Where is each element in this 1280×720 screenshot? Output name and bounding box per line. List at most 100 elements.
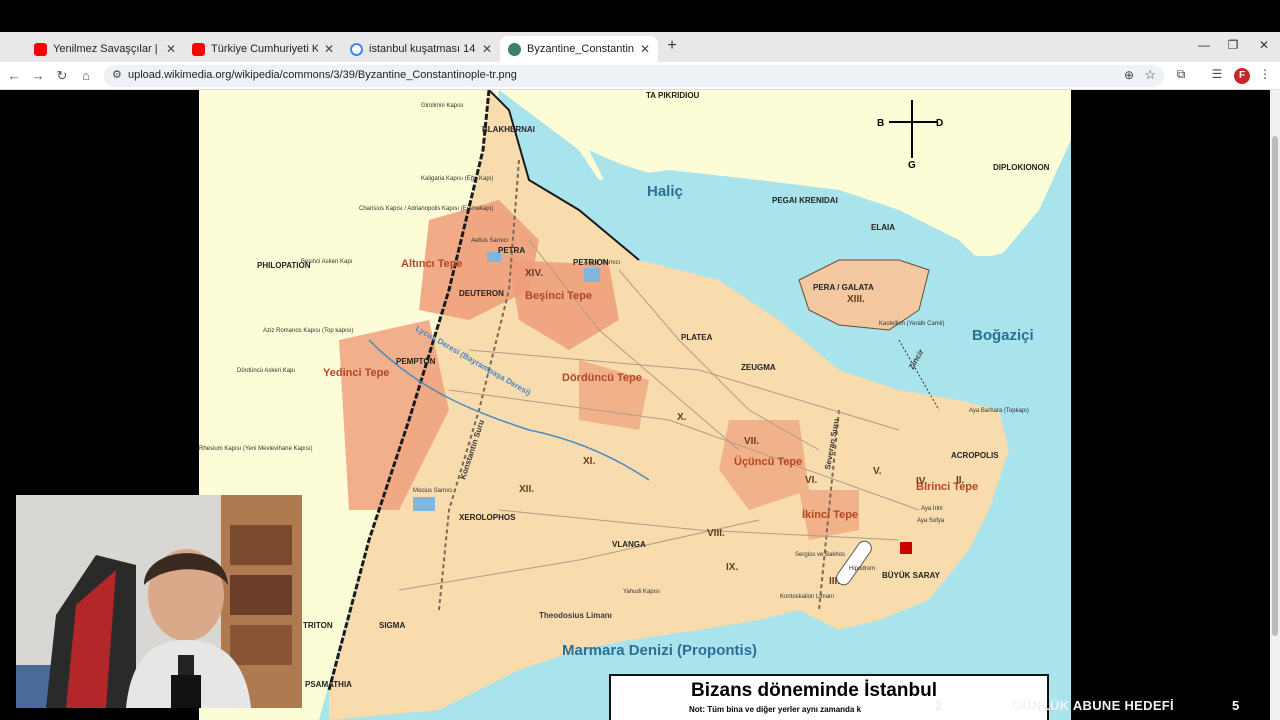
region-numeral: VIII. — [707, 528, 725, 539]
hill-label: Beşinci Tepe — [525, 290, 592, 302]
region-numeral: X. — [677, 412, 687, 423]
place-label: Aya İrini — [921, 505, 943, 512]
tab-strip: ⌄ Yenilmez Savaşçılar | Yeniçeriler ✕ Tü… — [0, 32, 1280, 81]
legend-title: Bizans döneminde İstanbul — [691, 680, 937, 701]
goal-target-count: 5 — [1232, 698, 1240, 713]
new-tab-button[interactable]: + — [662, 36, 682, 56]
district-label: TRITON — [303, 621, 333, 630]
region-numeral: XIII. — [847, 294, 865, 305]
reload-icon[interactable]: ↻ — [52, 66, 72, 86]
tab-title: istanbul kuşatması 1453 - Google — [369, 43, 476, 55]
close-tab-icon[interactable]: ✕ — [324, 42, 334, 56]
district-label: ZEUGMA — [741, 363, 776, 372]
vertical-scrollbar[interactable] — [1270, 90, 1280, 720]
address-bar[interactable]: ⚙ upload.wikimedia.org/wikipedia/commons… — [104, 65, 1164, 87]
reading-list-icon[interactable]: ☰ — [1208, 67, 1226, 81]
marmara-label: Marmara Denizi (Propontis) — [562, 642, 757, 659]
place-label: Mocius Sarnıcı — [413, 488, 453, 494]
svg-text:D: D — [936, 118, 943, 129]
hill-label: Üçüncü Tepe — [734, 455, 802, 468]
google-icon — [350, 42, 363, 56]
region-numeral: IV. — [916, 476, 928, 487]
browser-toolbar: ← → ↻ ⌂ ⚙ upload.wikimedia.org/wikipedia… — [0, 62, 1280, 90]
site-info-icon[interactable]: ⚙ — [112, 68, 122, 81]
place-label: Kastellion (Yeraltı Camii) — [879, 321, 944, 327]
back-arrow-icon[interactable]: ← — [4, 66, 24, 86]
tab-google-search[interactable]: istanbul kuşatması 1453 - Google ✕ — [342, 36, 500, 62]
forward-arrow-icon[interactable]: → — [28, 66, 48, 86]
region-numeral: XII. — [519, 484, 534, 495]
bogazici-label: Boğaziçi — [972, 327, 1034, 344]
halic-label: Haliç — [647, 183, 683, 200]
place-label: Sergios ve Bakhos — [795, 552, 845, 558]
place-label: Yahudi Kapısı — [623, 589, 660, 595]
region-numeral: XI. — [583, 456, 595, 467]
constantinople-map-image: B D G Haliç Boğaziçi Marmara Denizi (Pro… — [199, 90, 1071, 720]
youtube-icon — [34, 42, 47, 56]
place-label: Aya Sofya — [917, 518, 945, 524]
minimize-icon[interactable]: — — [1193, 38, 1215, 52]
district-label: PETRA — [498, 246, 525, 255]
tab-title: Byzantine_Constantinople-tr.png — [527, 43, 634, 55]
place-label: Girolimni Kapısı — [421, 103, 464, 109]
mocius-cistern — [413, 497, 435, 511]
district-label: BLAKHERNAI — [482, 125, 535, 134]
youtube-icon — [192, 42, 205, 56]
aya-sofya-marker — [900, 542, 912, 554]
tab-title: Yenilmez Savaşçılar | Yeniçeriler — [53, 43, 160, 55]
tab-youtube-yeniceriler[interactable]: Yenilmez Savaşçılar | Yeniçeriler ✕ — [26, 36, 184, 62]
close-tab-icon[interactable]: ✕ — [166, 42, 176, 56]
goal-current-count: 2 — [935, 698, 943, 713]
harbor-label: Theodosius Limanı — [539, 611, 612, 620]
more-menu-icon[interactable]: ⋮ — [1256, 67, 1274, 81]
district-label: PEGAI KRENIDAI — [772, 196, 838, 205]
district-label: ACROPOLIS — [951, 451, 999, 460]
subscriber-goal-banner: 2 GÜNLÜK ABUNE HEDEFİ 5 — [905, 694, 1280, 718]
streamer-webcam-image — [16, 495, 302, 708]
maximize-icon[interactable]: ❐ — [1222, 38, 1244, 52]
district-label: PEMPTON — [396, 357, 436, 366]
close-tab-icon[interactable]: ✕ — [482, 42, 492, 56]
window-top-border — [0, 0, 1280, 32]
place-label: Aya Barbara (Topkapı) — [969, 408, 1029, 414]
close-tab-icon[interactable]: ✕ — [640, 42, 650, 56]
tab-wikimedia-image[interactable]: Byzantine_Constantinople-tr.png ✕ — [500, 36, 658, 62]
place-label: Beşinci Askeri Kapı — [301, 259, 353, 265]
profile-avatar[interactable]: F — [1234, 68, 1250, 84]
region-numeral: II. — [956, 475, 965, 486]
close-window-icon[interactable]: ✕ — [1253, 38, 1275, 52]
district-label: BÜYÜK SARAY — [882, 571, 941, 580]
place-label: Rhesium Kapısı (Yeni Mevlevihane Kapısı) — [199, 446, 313, 452]
district-label: ELAIA — [871, 223, 895, 232]
zoom-icon[interactable]: ⊕ — [1124, 68, 1134, 82]
hill-label: Altıncı Tepe — [401, 258, 463, 270]
bookmark-star-icon[interactable]: ☆ — [1144, 67, 1156, 83]
district-label: XEROLOPHOS — [459, 513, 516, 522]
hill-label: Yedinci Tepe — [323, 367, 389, 379]
place-label: Dördüncü Askeri Kapı — [237, 368, 295, 374]
region-numeral: V. — [873, 466, 882, 477]
aspar-cistern — [584, 268, 600, 282]
region-numeral: IX. — [726, 562, 738, 573]
region-numeral: XIV. — [525, 268, 543, 279]
place-label: Aetius Sarnıcı — [471, 238, 509, 244]
region-numeral: VI. — [805, 475, 817, 486]
place-label: Aziz Romanos Kapısı (Top kapısı) — [263, 328, 353, 334]
tab-youtube-cumhuriyet[interactable]: Türkiye Cumhuriyeti Kuruluşu ✕ — [184, 36, 342, 62]
district-label: SIGMA — [379, 621, 405, 630]
district-label: DIPLOKIONON — [993, 163, 1050, 172]
home-icon[interactable]: ⌂ — [76, 66, 96, 86]
place-label: Hipodrom — [849, 566, 875, 572]
wikimedia-icon — [508, 42, 521, 56]
hill-label: İkinci Tepe — [802, 508, 858, 521]
scrollbar-thumb[interactable] — [1272, 136, 1278, 636]
place-label: Kaligaria Kapısı (Eğri Kapı) — [421, 176, 493, 182]
url-text[interactable]: upload.wikimedia.org/wikipedia/commons/3… — [128, 69, 517, 81]
district-label: DEUTERON — [459, 289, 504, 298]
extensions-icon[interactable]: ⧉ — [1172, 67, 1190, 82]
district-label: PSAMATHIA — [305, 680, 352, 689]
region-numeral: VII. — [744, 436, 759, 447]
place-label: Charisius Kapısı / Adrianopolis Kapısı (… — [359, 206, 493, 212]
district-label: PERA / GALATA — [813, 283, 874, 292]
legend-note: Not: Tüm bina ve diğer yerler aynı zaman… — [689, 705, 862, 714]
